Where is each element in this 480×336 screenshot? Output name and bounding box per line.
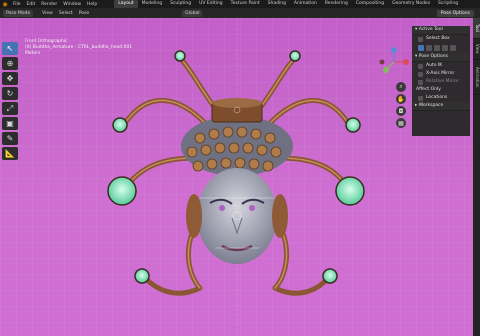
tab-view[interactable]: View bbox=[473, 39, 480, 60]
active-tool-header[interactable]: ▾ Active Tool bbox=[412, 26, 470, 35]
sidebar-tabs: Tool View Animation bbox=[473, 18, 480, 336]
pose-options-button[interactable]: Pose Options bbox=[436, 9, 474, 17]
move-tool-icon[interactable]: ✥ bbox=[2, 72, 18, 85]
menu-file[interactable]: File bbox=[10, 2, 24, 7]
tab-animation[interactable]: Animation bbox=[290, 0, 321, 8]
tab-geometry-nodes[interactable]: Geometry Nodes bbox=[388, 0, 434, 8]
cursor-tool-icon[interactable]: ⊕ bbox=[2, 57, 18, 70]
3d-viewport[interactable]: Front Orthographic (0) Buddha_Armature :… bbox=[0, 18, 473, 336]
relative-mirror-checkbox[interactable] bbox=[418, 79, 423, 85]
tab-tool[interactable]: Tool bbox=[473, 18, 480, 39]
zoom-icon[interactable]: ⌕ bbox=[396, 82, 406, 92]
menu-pose[interactable]: Pose bbox=[76, 11, 92, 16]
top-menu-bar: ◉ File Edit Render Window Help Layout Mo… bbox=[0, 0, 480, 8]
auto-ik-checkbox[interactable] bbox=[418, 63, 423, 69]
auto-ik-label: Auto IK bbox=[426, 63, 443, 68]
menu-edit[interactable]: Edit bbox=[24, 2, 39, 7]
relative-mirror-label: Relative Mirror bbox=[426, 79, 459, 84]
viewport-nav-buttons: ⌕ ✋ ◘ ▦ bbox=[396, 82, 406, 128]
select-box-row[interactable]: Select Box bbox=[412, 35, 470, 43]
locations-label: Locations bbox=[426, 95, 448, 100]
menu-view[interactable]: View bbox=[39, 11, 56, 16]
locations-checkbox[interactable] bbox=[418, 95, 423, 101]
tab-texture-paint[interactable]: Texture Paint bbox=[227, 0, 264, 8]
sidebar-n-panel: ▾ Active Tool Select Box ▾ Pose Options … bbox=[412, 26, 470, 136]
scale-tool-icon[interactable]: ⤢ bbox=[2, 102, 18, 115]
left-toolbar: ↖ ⊕ ✥ ↻ ⤢ ▣ ✎ 📐 bbox=[2, 42, 18, 160]
select-subtract-icon[interactable] bbox=[434, 45, 440, 51]
select-mode-icons bbox=[412, 43, 470, 53]
measure-tool-icon[interactable]: 📐 bbox=[2, 147, 18, 160]
affect-only-label: Affect Only bbox=[416, 87, 441, 92]
tab-layout[interactable]: Layout bbox=[114, 0, 138, 8]
menu-window[interactable]: Window bbox=[60, 2, 84, 7]
select-box-label: Select Box bbox=[426, 36, 450, 41]
x-axis-mirror-checkbox[interactable] bbox=[418, 71, 423, 77]
relative-mirror-row[interactable]: Relative Mirror bbox=[412, 78, 470, 86]
active-tool-title: Active Tool bbox=[418, 27, 443, 32]
tab-sculpting[interactable]: Sculpting bbox=[166, 0, 195, 8]
select-box-tool-icon[interactable]: ↖ bbox=[2, 42, 18, 55]
viewport-header: Pose Mode View Select Pose Global Pose O… bbox=[0, 8, 480, 18]
tab-rendering[interactable]: Rendering bbox=[321, 0, 352, 8]
transform-tool-icon[interactable]: ▣ bbox=[2, 117, 18, 130]
mode-selector[interactable]: Pose Mode bbox=[3, 9, 34, 17]
rotate-tool-icon[interactable]: ↻ bbox=[2, 87, 18, 100]
menu-help[interactable]: Help bbox=[84, 2, 100, 7]
pose-options-title: Pose Options bbox=[418, 54, 448, 59]
grid-view-icon[interactable]: ▦ bbox=[396, 118, 406, 128]
tab-scripting[interactable]: Scripting bbox=[434, 0, 462, 8]
workspace-header[interactable]: ▸ Workspace bbox=[412, 102, 470, 111]
tab-uv-editing[interactable]: UV Editing bbox=[195, 0, 226, 8]
navigation-gizmo-icon[interactable] bbox=[378, 46, 410, 78]
locations-row[interactable]: Locations bbox=[412, 94, 470, 102]
x-axis-mirror-label: X-Axis Mirror bbox=[426, 71, 455, 76]
select-intersect-icon[interactable] bbox=[450, 45, 456, 51]
tab-shading[interactable]: Shading bbox=[264, 0, 290, 8]
blender-logo-icon[interactable]: ◉ bbox=[0, 0, 10, 8]
select-new-icon[interactable] bbox=[418, 45, 424, 51]
pose-options-header[interactable]: ▾ Pose Options bbox=[412, 53, 470, 62]
pan-hand-icon[interactable]: ✋ bbox=[396, 94, 406, 104]
orientation-selector[interactable]: Global bbox=[182, 9, 203, 17]
menu-select[interactable]: Select bbox=[56, 11, 76, 16]
select-box-icon bbox=[418, 36, 423, 42]
tab-animation-side[interactable]: Animation bbox=[473, 60, 480, 95]
tab-compositing[interactable]: Compositing bbox=[352, 0, 388, 8]
select-extend-icon[interactable] bbox=[426, 45, 432, 51]
camera-icon[interactable]: ◘ bbox=[396, 106, 406, 116]
tab-modeling[interactable]: Modeling bbox=[138, 0, 166, 8]
annotate-tool-icon[interactable]: ✎ bbox=[2, 132, 18, 145]
auto-ik-row[interactable]: Auto IK bbox=[412, 62, 470, 70]
menu-render[interactable]: Render bbox=[38, 2, 60, 7]
x-axis-mirror-row[interactable]: X-Axis Mirror bbox=[412, 70, 470, 78]
workspace-title: Workspace bbox=[418, 103, 444, 108]
select-invert-icon[interactable] bbox=[442, 45, 448, 51]
